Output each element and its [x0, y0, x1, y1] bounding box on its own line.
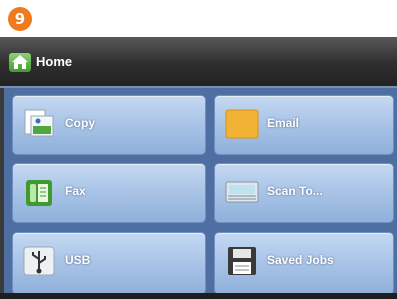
copy-button[interactable]: Copy — [12, 95, 206, 155]
step-number-badge: 9 — [8, 7, 32, 31]
fax-icon — [23, 176, 57, 208]
fax-label: Fax — [65, 184, 86, 198]
apps-panel: Copy Email Fax Scan To... USB Saved Jobs — [4, 88, 397, 295]
copy-icon — [23, 108, 57, 140]
usb-icon — [23, 245, 57, 277]
saved-jobs-label: Saved Jobs — [267, 253, 334, 267]
saved-jobs-button[interactable]: Saved Jobs — [214, 232, 394, 295]
home-icon[interactable] — [9, 53, 31, 72]
email-icon — [225, 108, 259, 140]
copy-label: Copy — [65, 116, 95, 130]
scan-to-button[interactable]: Scan To... — [214, 163, 394, 223]
scan-to-label: Scan To... — [267, 184, 323, 198]
title-bar: Home — [0, 37, 397, 88]
usb-button[interactable]: USB — [12, 232, 206, 295]
email-label: Email — [267, 116, 300, 130]
usb-label: USB — [65, 253, 91, 267]
device-screen: Home Copy Email Fax Scan To... USB Saved… — [0, 37, 397, 299]
fax-button[interactable]: Fax — [12, 163, 206, 223]
email-button[interactable]: Email — [214, 95, 394, 155]
home-title: Home — [36, 54, 73, 69]
saved-jobs-icon — [225, 245, 259, 277]
scan-icon — [225, 176, 259, 208]
